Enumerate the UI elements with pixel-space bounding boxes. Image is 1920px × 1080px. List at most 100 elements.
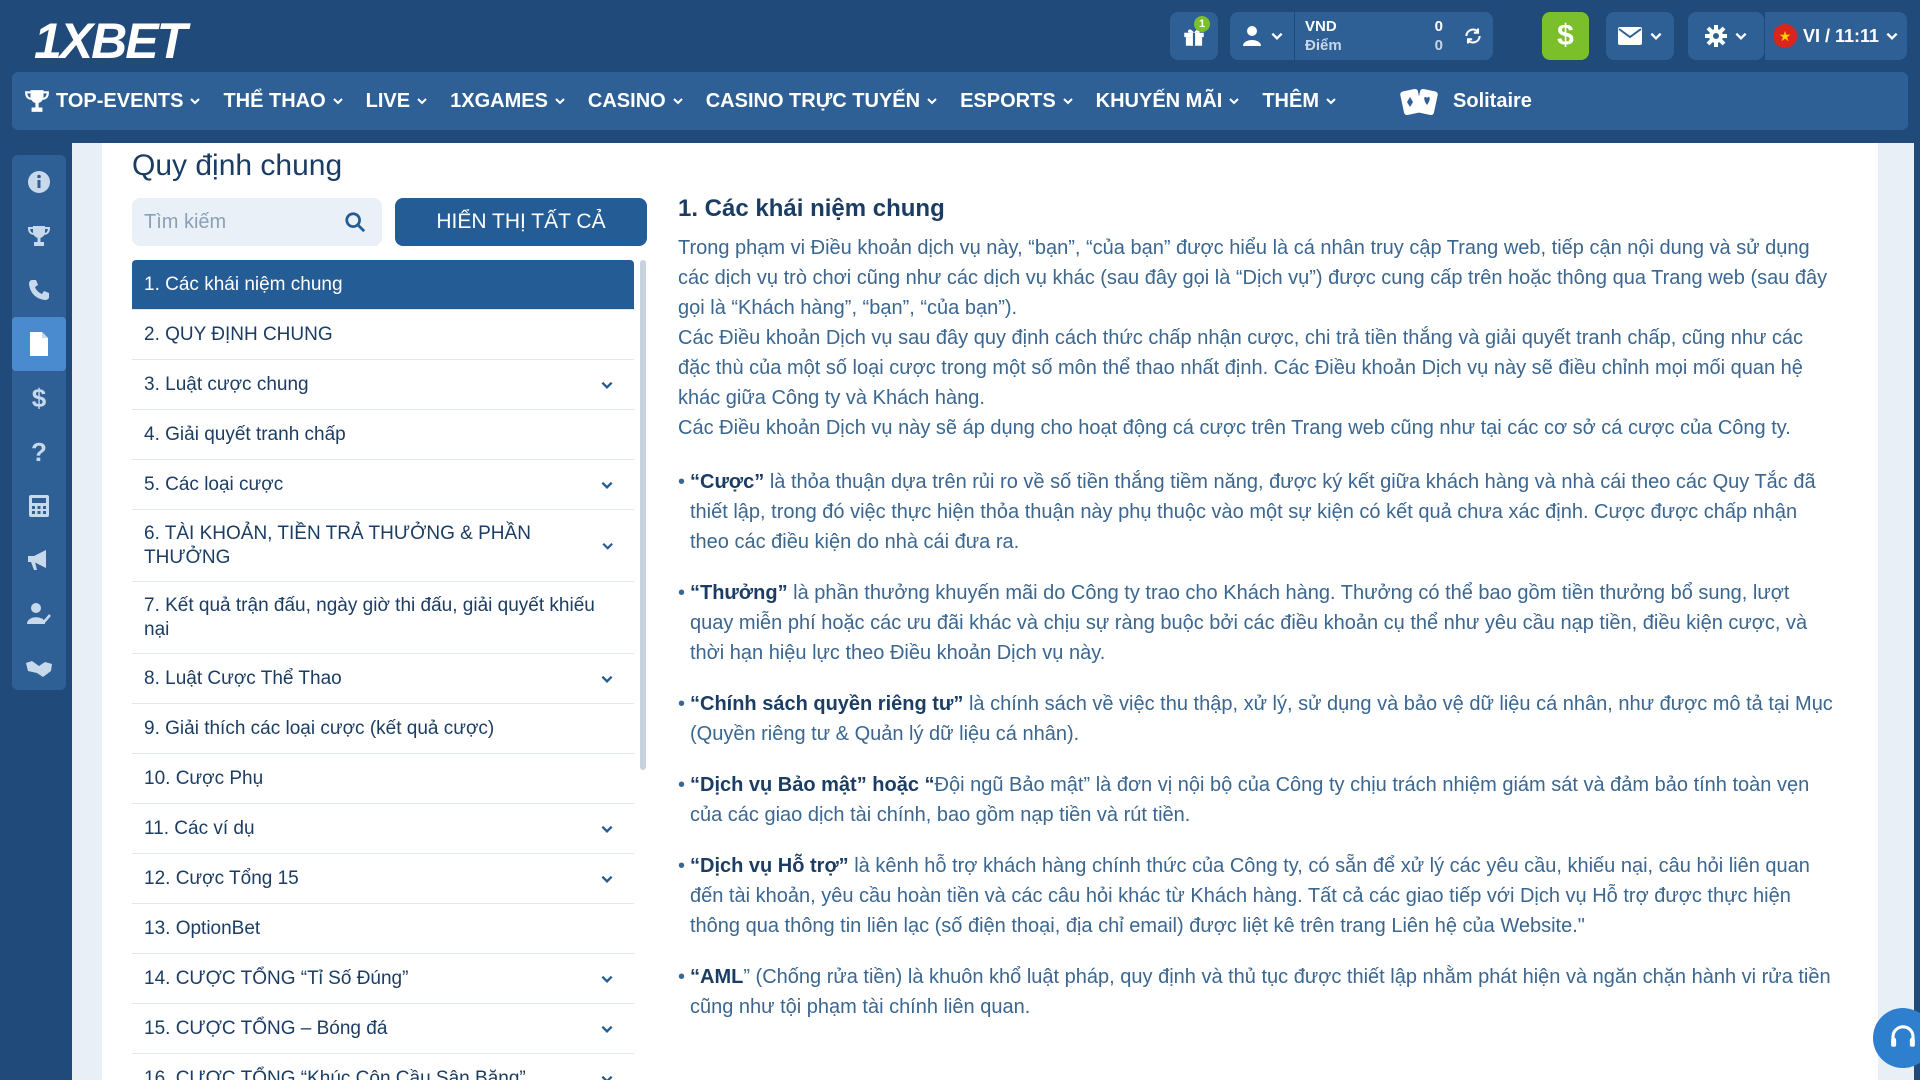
toc-item[interactable]: 15. CƯỢC TỔNG – Bóng đá bbox=[132, 1004, 634, 1054]
account-panel[interactable]: VND 0 Điểm 0 bbox=[1230, 12, 1493, 60]
language-time-label: VI / 11:11 bbox=[1802, 25, 1880, 46]
article-paragraph: Các Điều khoản Dịch vụ sau đây quy định … bbox=[678, 327, 1804, 409]
toc-item-label: 4. Giải quyết tranh chấp bbox=[144, 423, 346, 445]
toc-item[interactable]: 10. Cược Phụ bbox=[132, 754, 634, 804]
rail-documents[interactable] bbox=[12, 317, 66, 371]
definition-term: “AML bbox=[690, 966, 744, 988]
toc-item[interactable]: 5. Các loại cược bbox=[132, 460, 634, 510]
deposit-button[interactable]: $ bbox=[1542, 12, 1589, 60]
rail-info[interactable] bbox=[12, 155, 66, 209]
rail-phone[interactable] bbox=[12, 263, 66, 317]
points-balance: 0 bbox=[1434, 37, 1443, 54]
gift-button[interactable]: 1 bbox=[1170, 12, 1218, 60]
refresh-balance-button[interactable] bbox=[1453, 12, 1493, 60]
toc-item-label: 3. Luật cược chung bbox=[144, 373, 309, 395]
toc-item[interactable]: 1. Các khái niệm chung bbox=[132, 260, 634, 310]
toc-item[interactable]: 4. Giải quyết tranh chấp bbox=[132, 410, 634, 460]
rail-payments[interactable]: $ bbox=[12, 371, 66, 425]
trophy-icon bbox=[27, 226, 51, 246]
search-icon[interactable] bbox=[344, 211, 366, 233]
nav-live-casino[interactable]: CASINO TRỰC TUYẾN bbox=[695, 72, 949, 130]
toc-item[interactable]: 9. Giải thích các loại cược (kết quả cượ… bbox=[132, 704, 634, 754]
nav-sports[interactable]: THỂ THAO bbox=[212, 72, 354, 130]
rail-announcements[interactable] bbox=[12, 533, 66, 587]
toc-item-label: 8. Luật Cược Thể Thao bbox=[144, 667, 342, 689]
toc-item[interactable]: 11. Các ví dụ bbox=[132, 804, 634, 854]
settings-button[interactable] bbox=[1688, 12, 1764, 60]
nav-solitaire[interactable]: Solitaire bbox=[1388, 72, 1543, 130]
toc-item-label: 10. Cược Phụ bbox=[144, 767, 264, 789]
rail-help[interactable]: ? bbox=[12, 425, 66, 479]
toc-item-label: 16. CƯỢC TỔNG “Khúc Côn Cầu Sân Băng” bbox=[144, 1067, 526, 1080]
messages-button[interactable] bbox=[1606, 12, 1674, 60]
toc-item[interactable]: 2. QUY ĐỊNH CHUNG bbox=[132, 310, 634, 360]
nav-label: CASINO TRỰC TUYẾN bbox=[705, 89, 921, 112]
chevron-down-icon[interactable] bbox=[601, 539, 614, 553]
definition-item: “Dịch vụ Bảo mật” hoặc “Đội ngũ Bảo mật”… bbox=[678, 770, 1838, 830]
chevron-down-icon[interactable] bbox=[600, 378, 614, 392]
definition-text: là kênh hỗ trợ khách hàng chính thức của… bbox=[690, 855, 1810, 937]
chevron-down-icon[interactable] bbox=[600, 872, 614, 886]
chevron-down-icon bbox=[1326, 98, 1336, 105]
nav-label: TOP-EVENTS bbox=[56, 89, 184, 112]
chevron-down-icon[interactable] bbox=[600, 822, 614, 836]
chevron-down-icon bbox=[332, 98, 343, 105]
points-label: Điểm bbox=[1305, 37, 1342, 54]
currency-balance: 0 bbox=[1434, 18, 1443, 35]
chevron-down-icon[interactable] bbox=[600, 478, 614, 492]
article-paragraph: Các Điều khoản Dịch vụ này sẽ áp dụng ch… bbox=[678, 417, 1791, 439]
toc-item[interactable]: 16. CƯỢC TỔNG “Khúc Côn Cầu Sân Băng” bbox=[132, 1054, 634, 1080]
toc-item[interactable]: 3. Luật cược chung bbox=[132, 360, 634, 410]
chevron-down-icon[interactable] bbox=[600, 1022, 614, 1036]
currency-code: VND bbox=[1305, 18, 1337, 35]
top-header: 1XBET 1 VND 0 Điểm 0 $ VI / 11:11 bbox=[0, 0, 1920, 72]
toc-item[interactable]: 6. TÀI KHOẢN, TIỀN TRẢ THƯỞNG & PHẦN THƯ… bbox=[132, 510, 634, 582]
definition-text: ” (Chống rửa tiền) là khuôn khổ luật phá… bbox=[690, 966, 1831, 1018]
show-all-button[interactable]: HIỂN THỊ TẤT CẢ bbox=[395, 198, 647, 246]
nav-1xgames[interactable]: 1XGAMES bbox=[439, 72, 577, 130]
toc-item-label: 5. Các loại cược bbox=[144, 473, 284, 495]
rail-calculator[interactable] bbox=[12, 479, 66, 533]
rules-card: Quy định chung HIỂN THỊ TẤT CẢ 1. Các kh… bbox=[102, 143, 1878, 1080]
definition-term: “Dịch vụ Bảo mật” hoặc “ bbox=[690, 774, 935, 796]
nav-casino[interactable]: CASINO bbox=[577, 72, 695, 130]
article-paragraph: Trong phạm vi Điều khoản dịch vụ này, “b… bbox=[678, 237, 1828, 319]
content-panel: Quy định chung HIỂN THỊ TẤT CẢ 1. Các kh… bbox=[72, 143, 1914, 1080]
user-menu-button[interactable] bbox=[1230, 12, 1295, 60]
definition-term: “Cược” bbox=[690, 471, 765, 493]
chevron-down-icon bbox=[1886, 32, 1898, 40]
nav-live[interactable]: LIVE bbox=[355, 72, 439, 130]
rail-trophy[interactable] bbox=[12, 209, 66, 263]
toc-item-label: 11. Các ví dụ bbox=[144, 817, 255, 839]
toc-item[interactable]: 7. Kết quả trận đấu, ngày giờ thi đấu, g… bbox=[132, 582, 634, 654]
search-box[interactable] bbox=[132, 198, 382, 246]
toc-item[interactable]: 14. CƯỢC TỔNG “Tỉ Số Đúng” bbox=[132, 954, 634, 1004]
search-input[interactable] bbox=[132, 209, 336, 235]
language-time-selector[interactable]: VI / 11:11 bbox=[1765, 12, 1907, 60]
nav-promotions[interactable]: KHUYẾN MÃI bbox=[1085, 72, 1252, 130]
toc-scrollbar[interactable] bbox=[640, 260, 646, 770]
chevron-down-icon[interactable] bbox=[600, 1072, 614, 1080]
document-icon bbox=[30, 332, 48, 356]
toc-item-label: 2. QUY ĐỊNH CHUNG bbox=[144, 323, 333, 345]
definition-item: “AML” (Chống rửa tiền) là khuôn khổ luật… bbox=[678, 962, 1838, 1022]
nav-top-events[interactable]: TOP-EVENTS bbox=[12, 72, 212, 130]
nav-more[interactable]: THÊM bbox=[1251, 72, 1348, 130]
brand-logo[interactable]: 1XBET bbox=[34, 12, 187, 70]
toc-item[interactable]: 13. OptionBet bbox=[132, 904, 634, 954]
chevron-down-icon[interactable] bbox=[600, 972, 614, 986]
svg-text:$: $ bbox=[32, 385, 47, 411]
definition-term: “Thưởng” bbox=[690, 582, 788, 604]
dollar-icon: $ bbox=[32, 385, 47, 411]
toc-item[interactable]: 8. Luật Cược Thể Thao bbox=[132, 654, 634, 704]
svg-text:?: ? bbox=[31, 439, 47, 465]
rail-partners[interactable] bbox=[12, 641, 66, 695]
refresh-icon bbox=[1465, 28, 1481, 44]
chevron-down-icon[interactable] bbox=[600, 672, 614, 686]
chevron-down-icon bbox=[1735, 32, 1747, 40]
definition-item: “Chính sách quyền riêng tư” là chính sác… bbox=[678, 689, 1838, 749]
nav-esports[interactable]: ESPORTS bbox=[949, 72, 1085, 130]
toc-item-label: 6. TÀI KHOẢN, TIỀN TRẢ THƯỞNG & PHẦN THƯ… bbox=[144, 522, 531, 568]
toc-item[interactable]: 12. Cược Tổng 15 bbox=[132, 854, 634, 904]
rail-verification[interactable] bbox=[12, 587, 66, 641]
